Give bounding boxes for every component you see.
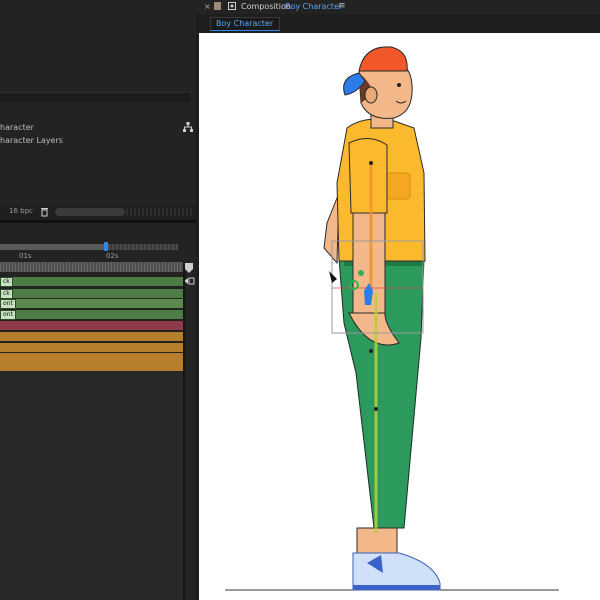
mouse-cursor: [329, 271, 337, 283]
panel-divider[interactable]: [0, 221, 196, 223]
shoe-sole: [353, 585, 440, 590]
layer-bar-label: ont: [0, 299, 16, 309]
shoe: [352, 552, 441, 591]
cap: [358, 46, 408, 72]
lock-icon[interactable]: [214, 2, 221, 10]
layer-bar[interactable]: [0, 353, 183, 362]
layer-bar[interactable]: ck: [0, 277, 183, 287]
layer-bar[interactable]: [0, 343, 183, 352]
navigator-handle[interactable]: [104, 242, 108, 251]
layer-bar-label: ont: [0, 310, 16, 320]
rig-joint: [369, 349, 373, 353]
composition-tab-label: Boy Character: [216, 19, 274, 28]
project-panel: [0, 0, 196, 220]
project-search-bar[interactable]: [0, 92, 190, 102]
layer-bar[interactable]: [0, 332, 183, 341]
flowchart-icon[interactable]: [182, 121, 194, 133]
rig-controller: [358, 270, 364, 276]
sleeve: [348, 138, 388, 214]
work-area-bar[interactable]: [0, 262, 183, 272]
shirt-pocket: [385, 172, 411, 200]
layer-bar[interactable]: [0, 321, 183, 330]
composition-title-label: Composition: [241, 2, 291, 11]
time-ruler-tick: 02s: [106, 252, 119, 260]
layer-bar[interactable]: ck: [0, 289, 183, 299]
trash-icon[interactable]: [40, 207, 49, 217]
project-item[interactable]: haracter: [0, 123, 34, 132]
eye: [397, 83, 401, 87]
boy-character-illustration[interactable]: [199, 33, 600, 600]
timeline-navigator-track: [108, 244, 178, 250]
layer-bar[interactable]: [0, 362, 183, 371]
timeline-scrollbar[interactable]: [183, 262, 185, 600]
project-item[interactable]: haracter Layers: [0, 136, 63, 145]
project-scroll-track: [126, 208, 192, 216]
ear: [364, 86, 378, 104]
layer-bar-label: ck: [0, 289, 13, 299]
layer-bar[interactable]: ont: [0, 310, 183, 320]
composition-icon: [228, 2, 236, 10]
rig-joint: [369, 161, 373, 165]
hamburger-icon[interactable]: ≡: [338, 1, 346, 11]
close-icon[interactable]: ×: [204, 2, 211, 11]
layer-bar-label: ck: [0, 277, 13, 287]
layer-bar[interactable]: ont: [0, 299, 183, 309]
time-ruler-tick: 01s: [19, 252, 32, 260]
timeline-empty-area: [0, 372, 183, 600]
rig-joint: [374, 407, 378, 411]
composition-title-name: Boy Character: [285, 2, 343, 11]
project-scrollbar[interactable]: [55, 208, 125, 216]
bit-depth-button[interactable]: 16 bpc: [9, 207, 33, 215]
